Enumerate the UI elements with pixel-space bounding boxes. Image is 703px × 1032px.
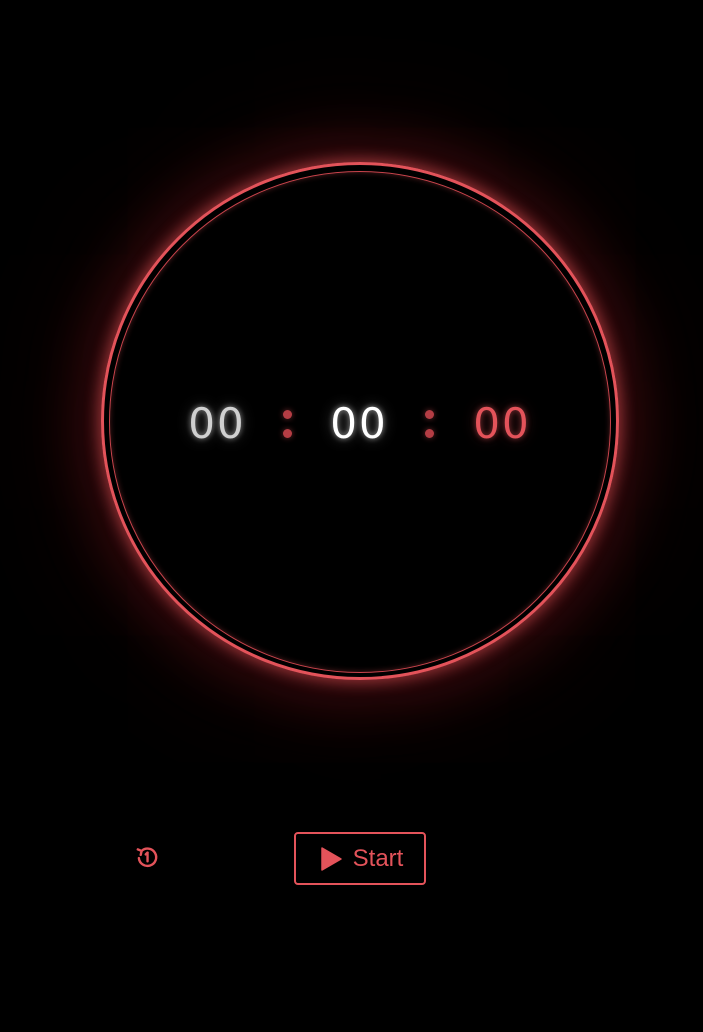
start-button[interactable]: Start (294, 832, 426, 885)
minutes-digits: 00 (330, 399, 388, 448)
minutes-seconds-separator (425, 410, 435, 440)
timer-screen: 00 00 00 Start (0, 0, 703, 1032)
play-icon (319, 846, 343, 872)
separator-dot (425, 410, 434, 419)
hours-digits: 00 (188, 399, 246, 448)
seconds-digits: 00 (473, 399, 531, 448)
separator-dot (283, 410, 292, 419)
history-icon (134, 844, 160, 874)
start-label: Start (352, 844, 404, 872)
hours-minutes-separator (283, 410, 293, 440)
separator-dot (283, 429, 292, 438)
reset-button[interactable] (133, 845, 161, 873)
separator-dot (425, 429, 434, 438)
time-display: 00 00 00 (0, 396, 703, 452)
